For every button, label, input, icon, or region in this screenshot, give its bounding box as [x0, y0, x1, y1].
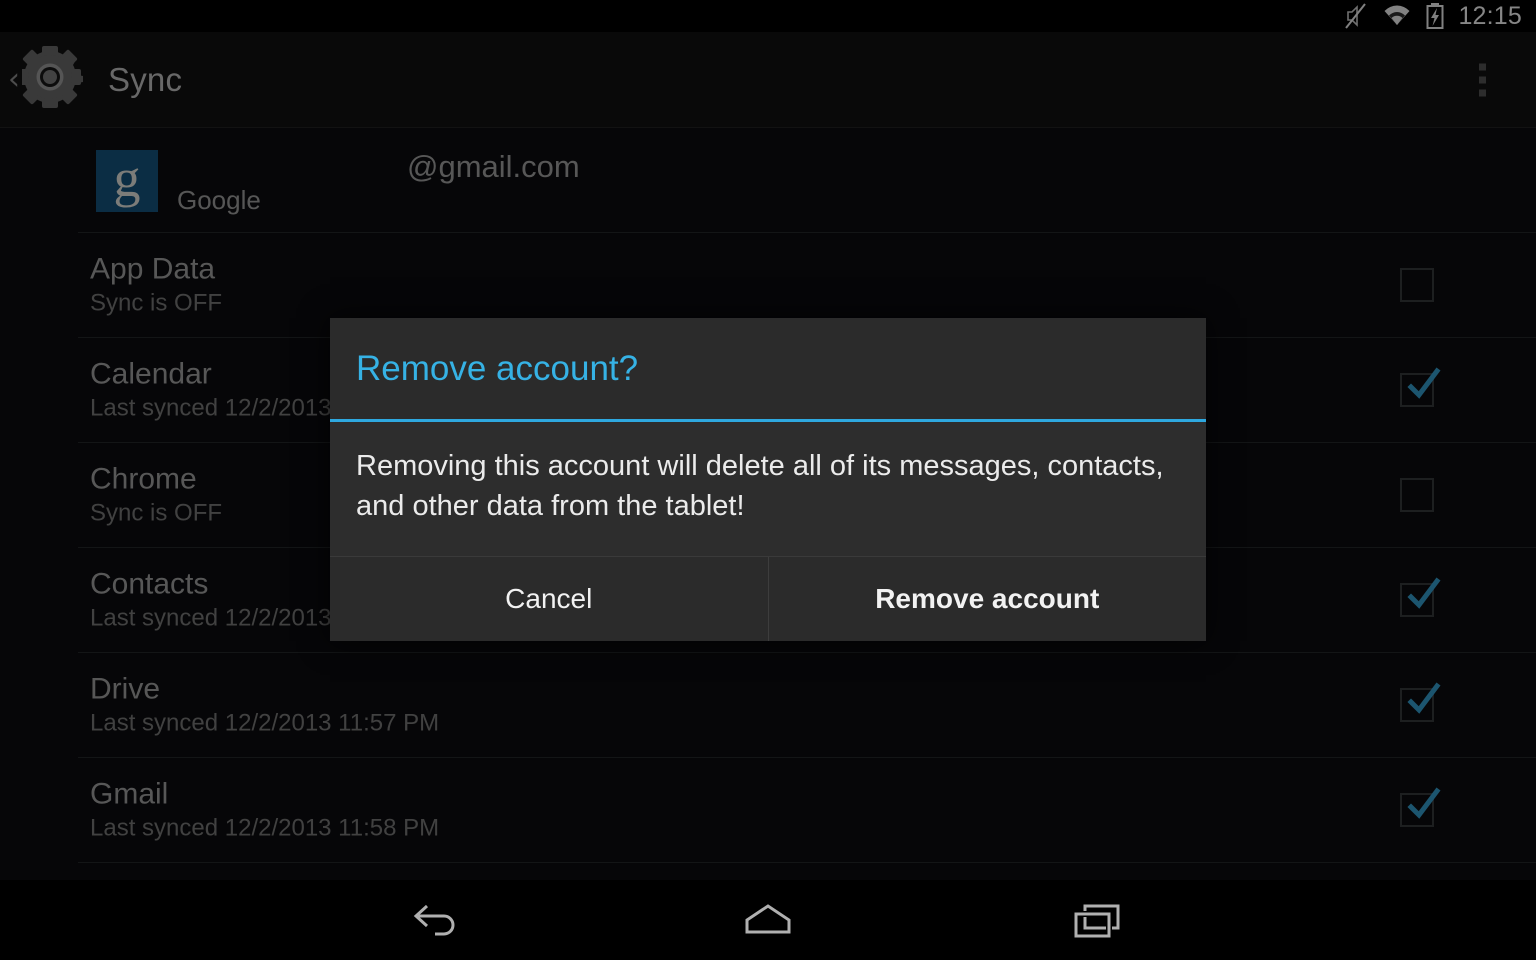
wifi-icon [1382, 4, 1412, 28]
sync-row-title: Gmail [90, 777, 169, 811]
overflow-menu-icon[interactable] [1465, 53, 1500, 106]
sync-checkbox[interactable] [1400, 787, 1441, 827]
checkmark-icon [1407, 367, 1441, 399]
overflow-dot [1479, 76, 1486, 83]
sync-checkbox[interactable] [1400, 367, 1441, 407]
android-tablet-screen: 12:15 ‹ Sync g Google @gmail.com App Dat… [0, 0, 1536, 960]
status-bar-clock: 12:15 [1458, 1, 1522, 30]
sync-row-title: App Data [90, 252, 216, 286]
account-header: g Google @gmail.com [0, 128, 1536, 232]
page-title: Sync [108, 60, 183, 98]
sync-checkbox[interactable] [1400, 682, 1441, 722]
nav-back-button[interactable] [383, 880, 493, 960]
recent-apps-icon [1073, 904, 1120, 939]
account-provider-label: Google [177, 185, 261, 215]
sync-row-status: Sync is OFF [90, 290, 223, 318]
sync-row[interactable]: Drive Last synced 12/2/2013 11:57 PM [0, 653, 1536, 757]
chevron-left-icon: ‹ [8, 61, 20, 97]
sync-row-text: Gmail Last synced 12/2/2013 11:58 PM [90, 777, 439, 844]
status-bar: 12:15 [0, 0, 1536, 32]
action-bar: ‹ Sync [0, 32, 1536, 128]
sync-row[interactable]: Gmail Last synced 12/2/2013 11:58 PM [0, 758, 1536, 862]
battery-charging-icon [1426, 3, 1444, 29]
settings-gear-icon [19, 45, 86, 114]
home-icon [745, 904, 791, 934]
sync-checkbox[interactable] [1400, 268, 1434, 302]
account-email-label: @gmail.com [407, 149, 580, 184]
nav-recents-button[interactable] [1043, 880, 1153, 960]
sync-row-status: Sync is OFF [90, 500, 223, 528]
sync-row-text: Chrome Sync is OFF [90, 462, 222, 529]
dialog-title-bar: Remove account? [330, 318, 1206, 422]
sync-row-text: Drive Last synced 12/2/2013 11:57 PM [90, 672, 439, 739]
dialog-title: Remove account? [356, 348, 639, 388]
sync-checkbox[interactable] [1400, 478, 1434, 512]
nav-home-button[interactable] [713, 880, 823, 960]
checkmark-icon [1407, 577, 1441, 609]
up-navigation-button[interactable]: ‹ [0, 32, 86, 128]
back-arrow-icon [413, 904, 455, 936]
google-logo-letter: g [113, 148, 141, 209]
cancel-button[interactable]: Cancel [330, 557, 769, 642]
sync-checkbox[interactable] [1400, 577, 1441, 617]
sync-row-text: App Data Sync is OFF [90, 252, 222, 319]
remove-account-button[interactable]: Remove account [769, 557, 1207, 641]
sync-row-title: Chrome [90, 462, 197, 496]
checkmark-icon [1407, 787, 1441, 819]
list-divider [78, 862, 1536, 863]
dialog-message: Removing this account will delete all of… [356, 450, 1164, 523]
dialog-body: Removing this account will delete all of… [330, 422, 1206, 558]
sync-row-status: Last synced 12/2/2013 11:57 PM [90, 710, 440, 738]
system-navigation-bar [0, 880, 1536, 960]
mute-icon [1344, 3, 1368, 29]
dialog-button-bar: Cancel Remove account [330, 557, 1207, 642]
overflow-dot [1479, 89, 1486, 96]
sync-row-title: Drive [90, 672, 161, 706]
overflow-dot [1479, 63, 1486, 70]
google-logo-icon: g [96, 150, 158, 212]
sync-row-status: Last synced 12/2/2013 11:58 PM [90, 815, 440, 843]
checkmark-icon [1407, 682, 1441, 714]
remove-account-dialog: Remove account? Removing this account wi… [330, 318, 1207, 642]
